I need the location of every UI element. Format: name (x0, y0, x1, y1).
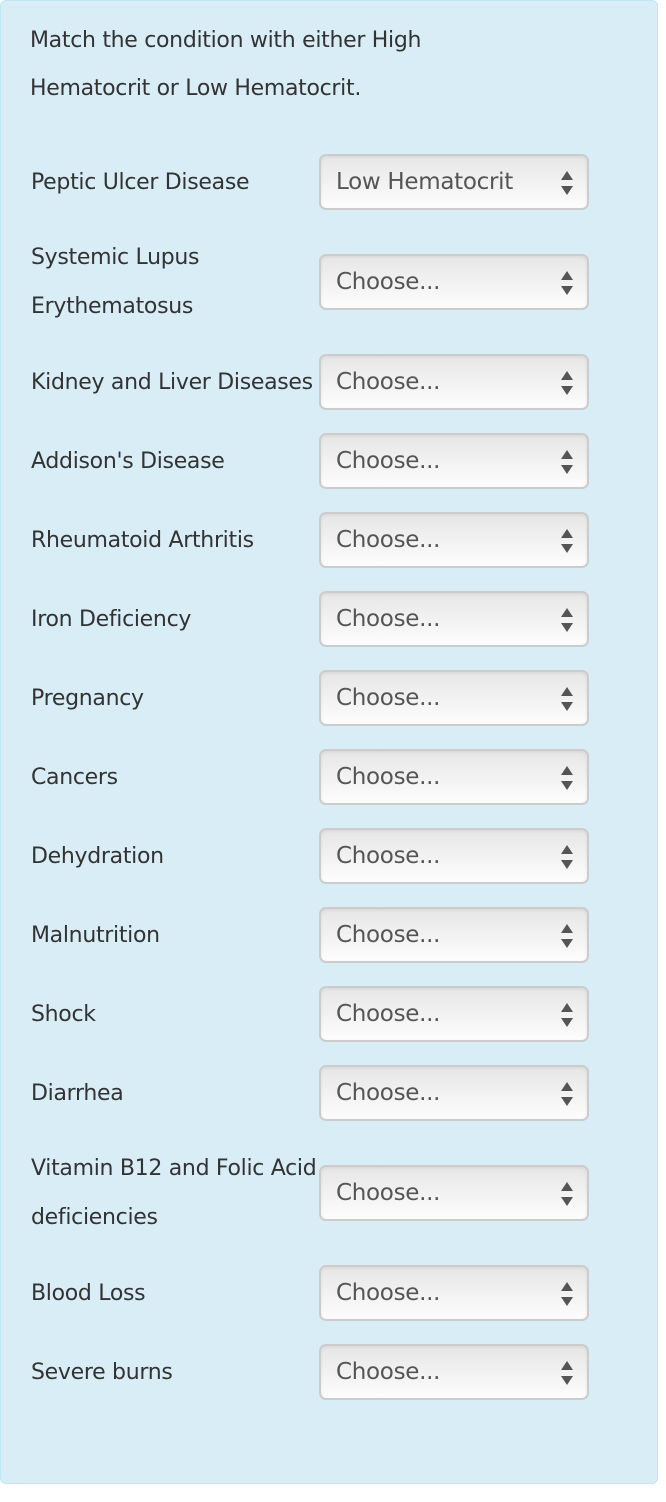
condition-label: Kidney and Liver Diseases (31, 369, 313, 395)
select-value: Choose... (336, 1280, 441, 1306)
select-value: Choose... (336, 448, 441, 474)
condition-label: Severe burns (31, 1359, 173, 1385)
match-row: Kidney and Liver Diseases Choose... (31, 354, 631, 410)
match-row: Blood Loss Choose... (31, 1265, 631, 1321)
condition-label: Addison's Disease (31, 448, 225, 474)
match-row: Shock Choose... (31, 986, 631, 1042)
select-value: Choose... (336, 685, 441, 711)
select-arrows-icon (561, 1082, 573, 1106)
select-value: Choose... (336, 764, 441, 790)
hematocrit-select[interactable]: Choose... (319, 591, 589, 647)
hematocrit-select[interactable]: Low Hematocrit (319, 154, 589, 210)
select-arrows-icon (561, 1282, 573, 1306)
hematocrit-select[interactable]: Choose... (319, 354, 589, 410)
condition-label: Pregnancy (31, 685, 144, 711)
select-arrows-icon (561, 1182, 573, 1206)
condition-label: Cancers (31, 764, 118, 790)
question-instructions: Match the condition with either High Hem… (30, 28, 422, 101)
condition-label: Vitamin B12 and Folic Acid deficiencies (31, 1156, 317, 1230)
condition-label: Diarrhea (31, 1080, 124, 1106)
condition-label: Systemic Lupus Erythematosus (31, 245, 200, 319)
select-value: Choose... (336, 527, 441, 553)
hematocrit-select[interactable]: Choose... (319, 433, 589, 489)
hematocrit-select[interactable]: Choose... (319, 512, 589, 568)
hematocrit-select[interactable]: Choose... (319, 1344, 589, 1400)
select-arrows-icon (561, 766, 573, 790)
hematocrit-select[interactable]: Choose... (319, 749, 589, 805)
match-row: Systemic Lupus Erythematosus Choose... (31, 233, 631, 331)
hematocrit-select[interactable]: Choose... (319, 1065, 589, 1121)
match-list: Peptic Ulcer Disease Low Hematocrit Syst… (31, 154, 631, 1423)
select-value: Choose... (336, 369, 441, 395)
select-arrows-icon (561, 450, 573, 474)
select-value: Choose... (336, 1359, 441, 1385)
condition-label: Blood Loss (31, 1280, 146, 1306)
select-value: Choose... (336, 606, 441, 632)
match-row: Severe burns Choose... (31, 1344, 631, 1400)
hematocrit-select[interactable]: Choose... (319, 828, 589, 884)
match-row: Peptic Ulcer Disease Low Hematocrit (31, 154, 631, 210)
select-arrows-icon (561, 371, 573, 395)
condition-label: Peptic Ulcer Disease (31, 169, 250, 195)
hematocrit-select[interactable]: Choose... (319, 670, 589, 726)
select-arrows-icon (561, 1361, 573, 1385)
select-value: Choose... (336, 269, 441, 295)
hematocrit-select[interactable]: Choose... (319, 254, 589, 310)
match-row: Vitamin B12 and Folic Acid deficiencies … (31, 1144, 631, 1242)
select-arrows-icon (561, 1003, 573, 1027)
match-row: Diarrhea Choose... (31, 1065, 631, 1121)
hematocrit-select[interactable]: Choose... (319, 907, 589, 963)
match-row: Cancers Choose... (31, 749, 631, 805)
select-value: Choose... (336, 1001, 441, 1027)
select-arrows-icon (561, 924, 573, 948)
question-panel: Match the condition with either High Hem… (0, 0, 658, 1484)
select-value: Choose... (336, 922, 441, 948)
match-row: Rheumatoid Arthritis Choose... (31, 512, 631, 568)
select-arrows-icon (561, 271, 573, 295)
select-value: Choose... (336, 1180, 441, 1206)
select-arrows-icon (561, 608, 573, 632)
condition-label: Rheumatoid Arthritis (31, 527, 254, 553)
match-row: Pregnancy Choose... (31, 670, 631, 726)
condition-label: Dehydration (31, 843, 164, 869)
condition-label: Shock (31, 1001, 96, 1027)
select-arrows-icon (561, 529, 573, 553)
select-arrows-icon (561, 171, 573, 195)
match-row: Addison's Disease Choose... (31, 433, 631, 489)
select-value: Choose... (336, 843, 441, 869)
match-row: Iron Deficiency Choose... (31, 591, 631, 647)
hematocrit-select[interactable]: Choose... (319, 1165, 589, 1221)
hematocrit-select[interactable]: Choose... (319, 1265, 589, 1321)
select-value: Low Hematocrit (336, 169, 513, 195)
select-arrows-icon (561, 845, 573, 869)
condition-label: Iron Deficiency (31, 606, 192, 632)
select-value: Choose... (336, 1080, 441, 1106)
select-arrows-icon (561, 687, 573, 711)
hematocrit-select[interactable]: Choose... (319, 986, 589, 1042)
condition-label: Malnutrition (31, 922, 160, 948)
match-row: Dehydration Choose... (31, 828, 631, 884)
match-row: Malnutrition Choose... (31, 907, 631, 963)
